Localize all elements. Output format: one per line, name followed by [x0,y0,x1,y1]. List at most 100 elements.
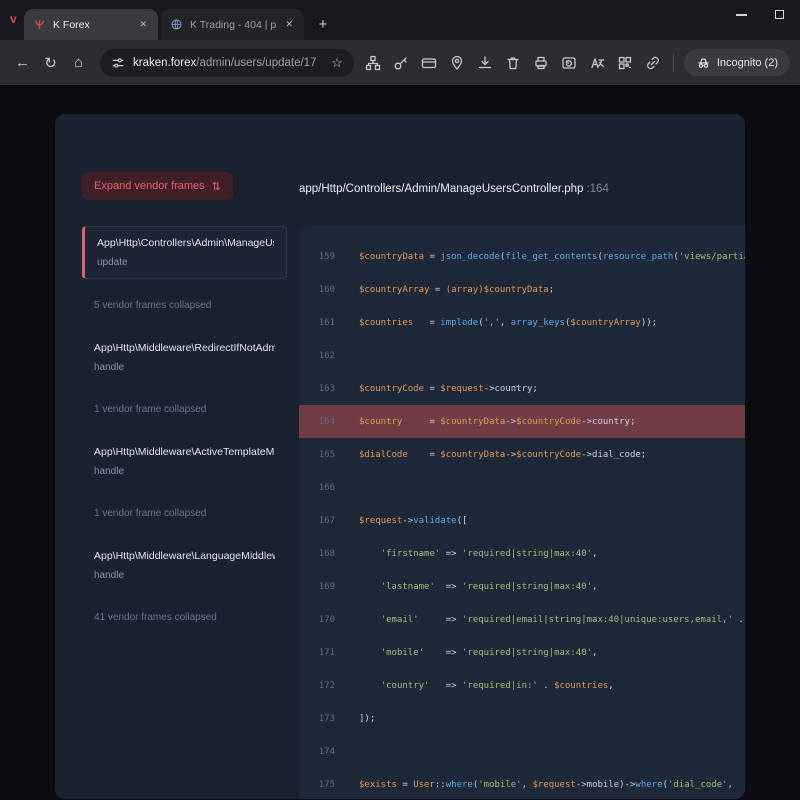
expand-button-area: Expand vendor frames ⇅ [82,172,287,226]
back-icon[interactable]: ← [10,50,35,75]
navigation-bar: ← ↻ ⌂ kraken.forex/admin/users/update/17… [0,40,800,86]
code-text: $exists = User::where('mobile', $request… [335,780,738,790]
stack-frame[interactable]: App\Http\Middleware\RedirectIfNotAdmin:2… [82,332,287,383]
vendor-frames-collapsed[interactable]: 41 vendor frames collapsed [94,612,275,623]
kraken-favicon-icon [33,18,46,31]
link-icon[interactable] [643,53,663,73]
address-bar[interactable]: kraken.forex/admin/users/update/17 ☆ [100,49,354,77]
frame-method: handle [94,362,275,373]
vendor-frames-collapsed[interactable]: 5 vendor frames collapsed [94,300,275,311]
code-line: 160$countryArray = (array)$countryData; [299,273,745,306]
incognito-badge[interactable]: Incognito (2) [684,49,790,76]
home-icon[interactable]: ⌂ [66,50,91,75]
new-tab-button[interactable]: + [314,16,332,33]
code-text: $countryArray = (array)$countryData; [335,285,554,295]
stack-list: App\Http\Controllers\Admin\ManageUsersCo… [82,226,287,799]
code-line-highlighted: 164$country = $countryData->$countryCode… [299,405,745,438]
line-number: 166 [299,483,335,493]
code-text: 'country' => 'required|in:' . $countries… [335,681,614,691]
code-line: 165$dialCode = $countryData->$countryCod… [299,438,745,471]
line-number: 159 [299,252,335,262]
frame-title: App\Http\Middleware\ActiveTemplateMiddle… [94,446,275,458]
code-text: 'email' => 'required|email|string|max:40… [335,615,745,625]
site-info-icon[interactable] [111,56,125,70]
translate-icon[interactable] [587,53,607,73]
browser-window: v K Forex ✕ K Trading - 404 | page not f… [0,0,800,86]
code-text: 'firstname' => 'required|string|max:40', [335,549,597,559]
code-line: 168 'firstname' => 'required|string|max:… [299,537,745,570]
code-text: $countryCode = $request->country; [335,384,538,394]
expand-vendor-frames-button[interactable]: Expand vendor frames ⇅ [82,172,233,200]
stack-frame[interactable]: App\Http\Middleware\LanguageMiddleware:2… [82,540,287,591]
location-icon[interactable] [447,53,467,73]
print-icon[interactable] [531,53,551,73]
tab-title: K Trading - 404 | page not foun [190,19,276,31]
tab-close-icon[interactable]: ✕ [137,17,149,32]
incognito-label: Incognito (2) [717,57,778,69]
vendor-frames-collapsed[interactable]: 1 vendor frame collapsed [94,508,275,519]
line-number: 163 [299,384,335,394]
expand-button-label: Expand vendor frames [94,180,205,192]
toolbar-extensions [363,53,663,73]
tab-title: K Forex [53,19,130,31]
stack-frame[interactable]: App\Http\Middleware\ActiveTemplateMiddle… [82,436,287,487]
sitemap-icon[interactable] [363,53,383,73]
tab-k-forex[interactable]: K Forex ✕ [24,9,158,40]
line-number: 172 [299,681,335,691]
file-path: app/Http/Controllers/Admin/ManageUsersCo… [299,183,583,195]
code-text: $request->validate([ [335,516,467,526]
apps-icon[interactable] [615,53,635,73]
tab-close-icon[interactable]: ✕ [283,17,295,32]
stack-frame-active[interactable]: App\Http\Controllers\Admin\ManageUsersCo… [82,226,287,279]
line-number: 165 [299,450,335,460]
line-number: 161 [299,318,335,328]
frame-method: handle [94,466,275,477]
code-line: 174 [299,735,745,768]
page-background: Expand vendor frames ⇅ app/Http/Controll… [0,86,800,799]
code-line: 167$request->validate([ [299,504,745,537]
url-text[interactable]: kraken.forex/admin/users/update/17 [133,57,316,69]
line-number: 169 [299,582,335,592]
frame-title: App\Http\Middleware\LanguageMiddleware:2… [94,550,275,562]
line-number: 173 [299,714,335,724]
code-line: 171 'mobile' => 'required|string|max:40'… [299,636,745,669]
code-line: 175$exists = User::where('mobile', $requ… [299,768,745,799]
code-text: $country = $countryData->$countryCode->c… [335,417,635,427]
frame-method: handle [94,570,275,581]
code-text: ]); [335,714,375,724]
download-icon[interactable] [475,53,495,73]
frame-method: update [97,257,274,268]
code-line: 172 'country' => 'required|in:' . $count… [299,669,745,702]
code-line: 166 [299,471,745,504]
window-controls [736,10,784,19]
vendor-frames-collapsed[interactable]: 1 vendor frame collapsed [94,404,275,415]
incognito-icon [696,55,711,70]
code-line: 163$countryCode = $request->country; [299,372,745,405]
code-text: 'mobile' => 'required|string|max:40', [335,648,597,658]
code-text: $countryData = json_decode(file_get_cont… [335,252,745,262]
maximize-button[interactable] [775,10,784,19]
line-number: 160 [299,285,335,295]
tab-k-trading[interactable]: K Trading - 404 | page not foun ✕ [161,9,304,40]
line-number: 162 [299,351,335,361]
wallet-icon[interactable] [419,53,439,73]
cast-icon[interactable] [559,53,579,73]
window-logo-icon: v [10,12,17,26]
globe-favicon-icon [170,18,183,31]
line-number: 171 [299,648,335,658]
url-domain: kraken.forex [133,57,196,69]
bookmark-icon[interactable]: ☆ [331,55,343,71]
url-path: /admin/users/update/17 [196,57,316,69]
delete-icon[interactable] [503,53,523,73]
line-number: 167 [299,516,335,526]
minimize-button[interactable] [736,14,747,16]
code-line: 173]); [299,702,745,735]
frame-title: App\Http\Controllers\Admin\ManageUsersCo… [97,237,274,249]
line-number: 170 [299,615,335,625]
error-card: Expand vendor frames ⇅ app/Http/Controll… [55,114,745,799]
code-viewer[interactable]: 159$countryData = json_decode(file_get_c… [299,226,745,799]
key-icon[interactable] [391,53,411,73]
code-line: 169 'lastname' => 'required|string|max:4… [299,570,745,603]
tab-strip: v K Forex ✕ K Trading - 404 | page not f… [0,0,800,40]
reload-icon[interactable]: ↻ [38,50,63,75]
